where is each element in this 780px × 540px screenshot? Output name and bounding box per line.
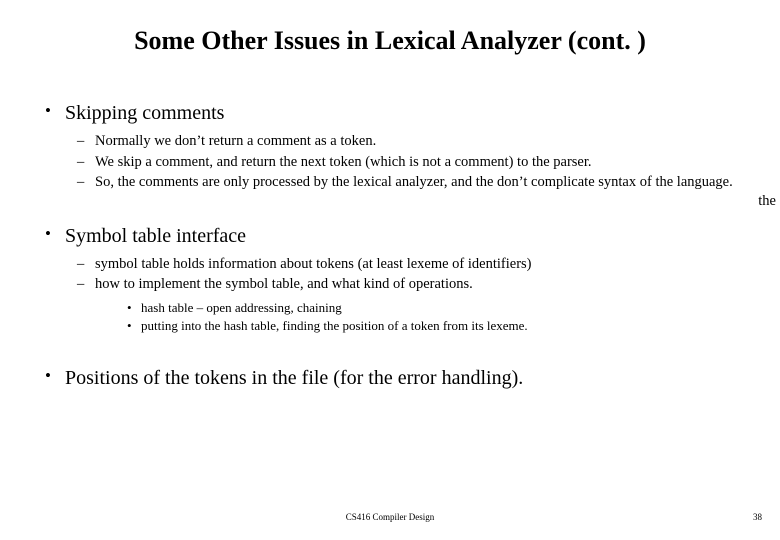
sub-item: – So, the comments are only processed by… — [77, 173, 780, 193]
footer-center: CS416 Compiler Design — [0, 512, 780, 522]
dash-icon: – — [77, 275, 95, 295]
section-symbol-table: • Symbol table interface – symbol table … — [45, 223, 780, 336]
footer-page-number: 38 — [753, 512, 762, 522]
heading-text: Positions of the tokens in the file (for… — [65, 365, 780, 391]
dash-icon: – — [77, 255, 95, 275]
section-skipping-comments: • Skipping comments – Normally we don’t … — [45, 100, 780, 193]
heading-row: • Symbol table interface — [45, 223, 780, 249]
heading-row: • Skipping comments — [45, 100, 780, 126]
sub-item: – We skip a comment, and return the next… — [77, 153, 780, 173]
sub-text: We skip a comment, and return the next t… — [95, 153, 780, 173]
heading-row: • Positions of the tokens in the file (f… — [45, 365, 780, 391]
overflow-trail-text: the — [758, 193, 776, 210]
bullet-icon: • — [127, 299, 141, 317]
sub-item-nested: • hash table – open addressing, chaining… — [77, 299, 780, 335]
subsub-item: • putting into the hash table, finding t… — [127, 317, 780, 335]
subsub-item: • hash table – open addressing, chaining — [127, 299, 780, 317]
sub-text: how to implement the symbol table, and w… — [95, 275, 780, 295]
sub-text: symbol table holds information about tok… — [95, 255, 780, 275]
subsub-text: hash table – open addressing, chaining — [141, 299, 780, 317]
dash-icon: – — [77, 132, 95, 152]
subsub-text: putting into the hash table, finding the… — [141, 317, 780, 335]
bullet-icon: • — [45, 365, 65, 387]
sub-item: – how to implement the symbol table, and… — [77, 275, 780, 295]
subsub-list: • hash table – open addressing, chaining… — [77, 299, 780, 335]
heading-text: Symbol table interface — [65, 223, 780, 249]
sub-list: – Normally we don’t return a comment as … — [45, 132, 780, 193]
sub-item: – symbol table holds information about t… — [77, 255, 780, 275]
sub-text: So, the comments are only processed by t… — [95, 173, 780, 193]
bullet-icon: • — [45, 223, 65, 245]
slide-title: Some Other Issues in Lexical Analyzer (c… — [0, 26, 780, 56]
slide-content: • Skipping comments – Normally we don’t … — [45, 100, 780, 421]
sub-item: – Normally we don’t return a comment as … — [77, 132, 780, 152]
section-positions: • Positions of the tokens in the file (f… — [45, 365, 780, 391]
dash-icon: – — [77, 173, 95, 193]
slide: Some Other Issues in Lexical Analyzer (c… — [0, 0, 780, 540]
sub-text: Normally we don’t return a comment as a … — [95, 132, 780, 152]
heading-text: Skipping comments — [65, 100, 780, 126]
dash-icon: – — [77, 153, 95, 173]
top-list: • Skipping comments – Normally we don’t … — [45, 100, 780, 391]
sub-list: – symbol table holds information about t… — [45, 255, 780, 336]
bullet-icon: • — [127, 317, 141, 335]
bullet-icon: • — [45, 100, 65, 122]
